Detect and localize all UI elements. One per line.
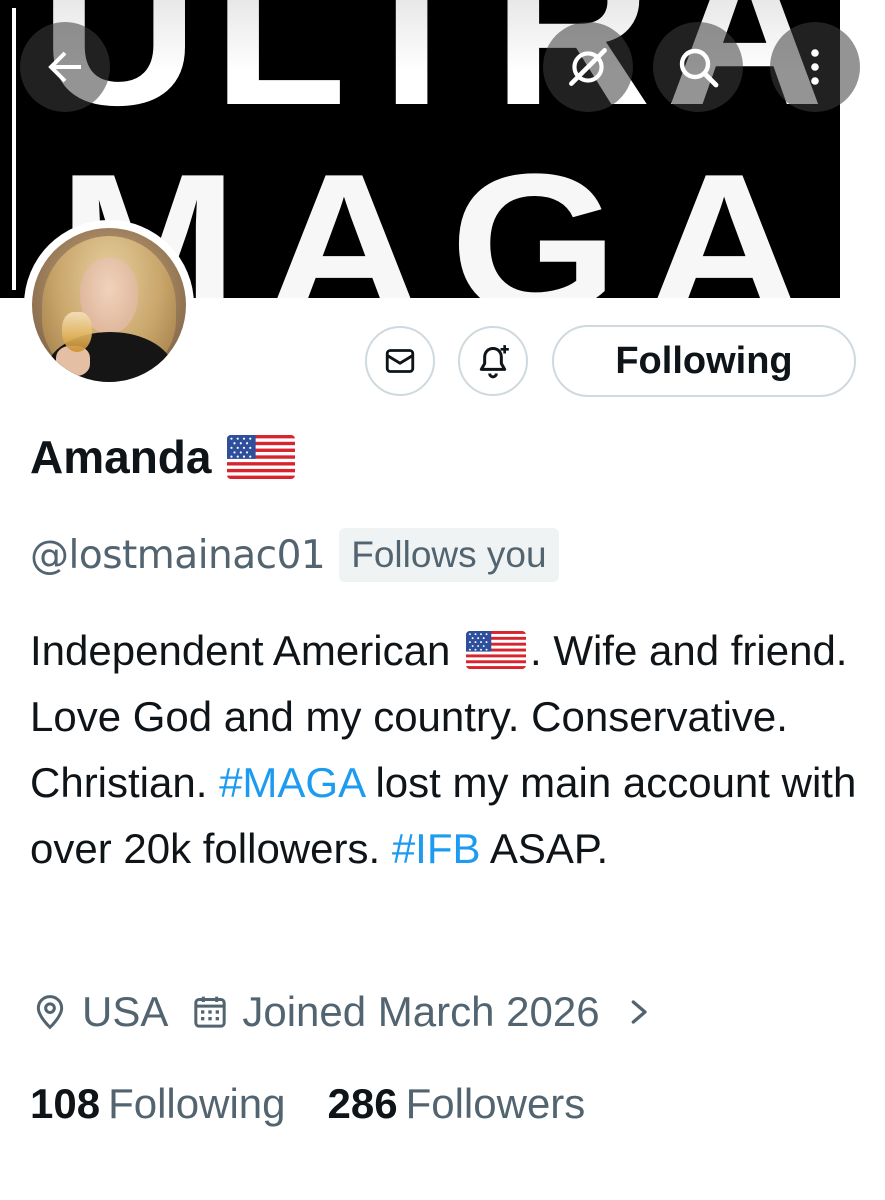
location: USA [30, 988, 168, 1036]
us-flag-icon [227, 435, 296, 479]
join-date[interactable]: Joined March 2026 [190, 988, 653, 1036]
bio-text-1: Independent American [30, 627, 451, 674]
link-off-icon [569, 48, 607, 86]
notify-button[interactable] [458, 326, 528, 396]
avatar[interactable] [24, 220, 194, 390]
bell-plus-icon [479, 345, 509, 379]
following-button[interactable]: Following [552, 325, 856, 397]
search-icon [679, 48, 719, 88]
followers-count-link[interactable]: 286 Followers [328, 1080, 586, 1128]
followers-count: 286 [327, 1080, 398, 1127]
back-button[interactable] [20, 22, 110, 112]
bio: Independent American . Wife and friend. … [30, 618, 860, 882]
chevron-right-icon [626, 992, 654, 1032]
calendar-icon [190, 992, 230, 1032]
arrow-left-icon [48, 51, 81, 83]
handle-row: @lostmainac01 Follows you [30, 528, 559, 582]
bio-text-4: ASAP. [480, 825, 609, 872]
search-button[interactable] [653, 22, 743, 112]
follow-stats: 108 Following 286 Followers [30, 1080, 585, 1128]
more-vertical-icon [811, 49, 819, 85]
profile-meta: USA Joined March 2026 [30, 988, 654, 1036]
location-text: USA [82, 988, 169, 1035]
hashtag-maga-link[interactable]: #MAGA [219, 759, 364, 806]
handle: @lostmainac01 [30, 532, 326, 578]
avatar-image [32, 228, 186, 382]
join-date-text: Joined March 2026 [242, 988, 600, 1035]
following-label: Following [108, 1080, 286, 1127]
following-count-link[interactable]: 108 Following [30, 1080, 286, 1128]
followers-label: Followers [405, 1080, 586, 1127]
message-button[interactable] [365, 326, 435, 396]
link-off-button[interactable] [543, 22, 633, 112]
display-name: Amanda [30, 430, 296, 484]
us-flag-icon [465, 631, 526, 669]
mail-icon [385, 349, 415, 373]
hashtag-ifb-link[interactable]: #IFB [392, 825, 481, 872]
follows-you-badge: Follows you [339, 528, 559, 582]
display-name-text: Amanda [30, 431, 212, 483]
location-pin-icon [30, 992, 70, 1032]
following-count: 108 [30, 1080, 101, 1127]
more-button[interactable] [770, 22, 860, 112]
